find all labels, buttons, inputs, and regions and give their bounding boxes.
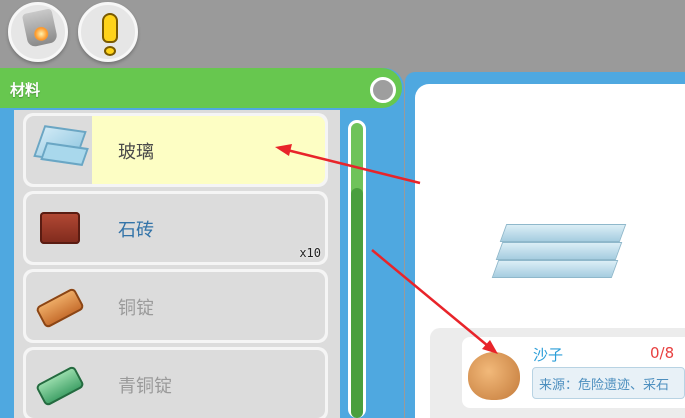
arrow-line bbox=[286, 148, 421, 185]
arrow-head bbox=[275, 144, 292, 156]
arrow-line bbox=[371, 249, 489, 347]
annotation-arrows bbox=[275, 144, 498, 354]
